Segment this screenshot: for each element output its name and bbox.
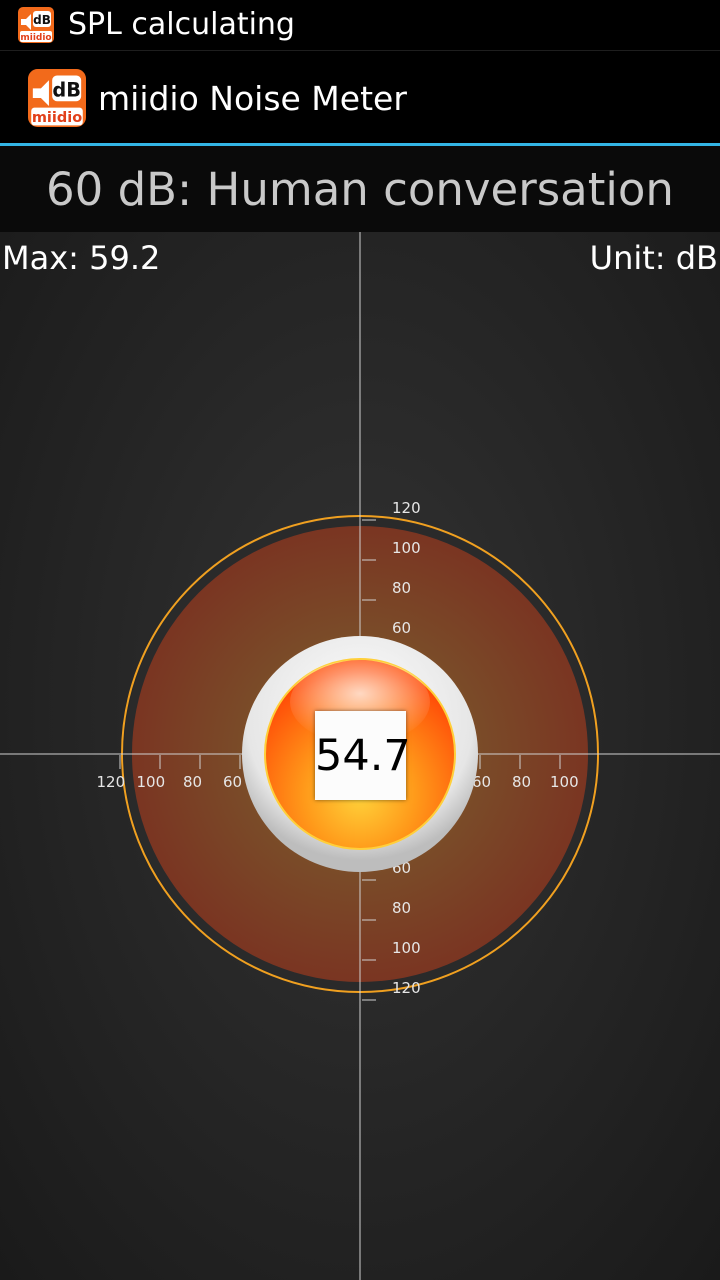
tick-label-right: 100 [550,773,579,791]
noise-level-description: 60 dB: Human conversation [0,146,720,232]
svg-text:miidio: miidio [32,110,82,126]
svg-text:dB: dB [52,78,81,101]
tick-label-bottom: 80 [392,899,411,917]
svg-text:miidio: miidio [20,33,51,43]
status-bar: dB miidio SPL calculating [0,0,720,51]
current-reading: 54.7 [315,711,411,800]
tick-label-left: 60 [223,773,242,791]
tick-label-right: 80 [512,773,531,791]
notification-title: SPL calculating [68,7,295,42]
svg-text:dB: dB [33,13,51,27]
tick-label-bottom: 100 [392,939,421,957]
miidio-db-logo-icon: dB miidio [18,7,54,43]
max-reading-label: Max: 59.2 [2,239,161,277]
tick-label-top: 120 [392,499,421,517]
tick-label-top: 60 [392,619,411,637]
unit-label: Unit: dB [589,239,718,277]
tick-label-left: 100 [137,773,166,791]
tick-label-left: 80 [183,773,202,791]
action-bar: dB miidio miidio Noise Meter [0,51,720,146]
app-logo-icon[interactable]: dB miidio [28,69,86,127]
tick-label-bottom: 120 [392,979,421,997]
tick-label-top: 100 [392,539,421,557]
app-title: miidio Noise Meter [98,79,407,118]
tick-label-left: 120 [97,773,126,791]
tick-label-top: 80 [392,579,411,597]
